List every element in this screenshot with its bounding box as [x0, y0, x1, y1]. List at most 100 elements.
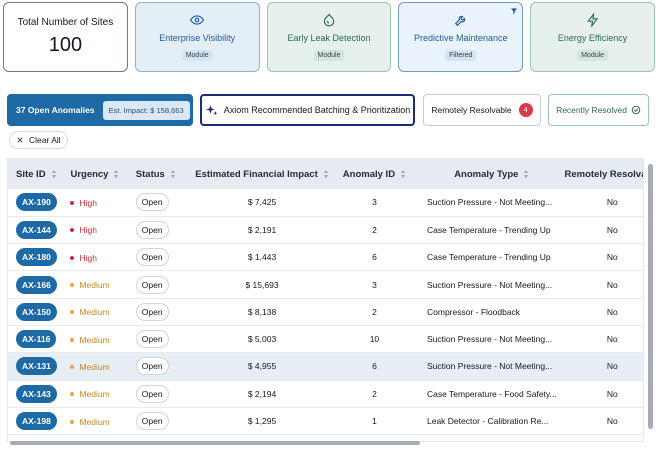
cell-financial-impact: $ 4,955	[192, 352, 332, 381]
cell-financial-impact: $ 2,191	[192, 216, 332, 245]
site-id-link[interactable]: AX-131	[16, 357, 57, 376]
cell-status: Open	[135, 189, 193, 217]
recently-resolved-button[interactable]: Recently Resolved	[548, 94, 649, 126]
cell-anomaly-type: Case Temperature - Trending Up	[417, 216, 557, 245]
cell-status: Open	[135, 216, 193, 245]
cell-anomaly-id: 2	[331, 216, 417, 245]
urgency-indicator: High	[70, 253, 97, 263]
column-header-financial-impact[interactable]: Estimated Financial Impact	[192, 159, 332, 189]
sparkle-icon	[205, 104, 218, 115]
column-header-anomaly-id[interactable]: Anomaly ID	[331, 159, 417, 189]
est-impact-badge: Est. Impact: $ 158,663	[102, 100, 190, 120]
axiom-label: Axiom Recommended Batching & Prioritizat…	[223, 105, 411, 115]
site-id-link[interactable]: AX-150	[16, 302, 57, 321]
column-header-urgency[interactable]: Urgency	[70, 159, 136, 189]
module-card-enterprise-visibility[interactable]: Enterprise Visibility Module	[134, 2, 260, 72]
urgency-dot	[70, 364, 75, 369]
sort-icon	[323, 170, 329, 178]
cell-site-id: AX-116	[8, 325, 71, 354]
site-id-link[interactable]: AX-198	[16, 412, 57, 431]
urgency-indicator: Medium	[70, 362, 110, 372]
table-row[interactable]: AX-131 Medium Open $ 4,955 6 Suction Pressure…	[8, 352, 643, 381]
cell-urgency: High	[70, 216, 136, 245]
table-row[interactable]: AX-150 Medium Open $ 8,138 2 Compressor - Flo…	[8, 298, 643, 326]
cell-remotely-resolvable: No	[556, 298, 643, 326]
vertical-scrollbar[interactable]	[648, 164, 653, 429]
status-badge: Open	[135, 220, 169, 239]
sort-icon	[170, 170, 176, 178]
urgency-indicator: Medium	[70, 335, 110, 345]
horizontal-scrollbar[interactable]	[10, 441, 420, 445]
status-badge: Open	[135, 248, 169, 267]
clear-all-label: Clear All	[29, 135, 61, 145]
cell-status: Open	[135, 270, 193, 299]
column-header-status[interactable]: Status	[135, 159, 193, 189]
urgency-dot	[70, 283, 75, 288]
cell-urgency: High	[70, 189, 136, 217]
column-header-anomaly-type[interactable]: Anomaly Type	[417, 159, 557, 189]
site-id-link[interactable]: AX-144	[16, 220, 57, 239]
check-circle-icon	[631, 105, 641, 115]
urgency-dot	[70, 255, 75, 260]
cell-anomaly-type: Suction Pressure - Not Meeting...	[417, 189, 557, 217]
table-row[interactable]: AX-180 High Open $ 1,443 6 Case Temperature -…	[8, 243, 643, 272]
cell-site-id: AX-198	[8, 407, 71, 436]
module-name: Energy Efficiency	[557, 33, 628, 43]
status-badge: Open	[135, 330, 169, 349]
site-id-link[interactable]: AX-190	[16, 193, 57, 212]
cell-status: Open	[135, 407, 193, 436]
module-badge: Module	[577, 50, 609, 61]
cell-remotely-resolvable: No	[556, 325, 643, 354]
action-bar: 37 Open Anomalies Est. Impact: $ 158,663…	[7, 93, 652, 127]
urgency-dot	[70, 200, 75, 205]
urgency-indicator: High	[70, 198, 97, 208]
cell-site-id: AX-150	[8, 298, 71, 326]
table-row[interactable]: AX-116 Medium Open $ 5,003 10 Suction Pressur…	[8, 325, 643, 354]
recently-resolved-label: Recently Resolved	[556, 105, 627, 115]
open-anomalies-button[interactable]: 37 Open Anomalies Est. Impact: $ 158,663	[7, 94, 193, 126]
table-row[interactable]: AX-144 High Open $ 2,191 2 Case Temperature -…	[8, 216, 643, 245]
site-id-link[interactable]: AX-116	[16, 330, 57, 349]
cell-urgency: Medium	[70, 270, 136, 299]
lightning-icon	[586, 13, 598, 27]
status-badge: Open	[135, 412, 169, 431]
cell-site-id: AX-144	[8, 216, 71, 245]
urgency-dot	[70, 228, 75, 233]
table-row[interactable]: AX-166 Medium Open $ 15,693 3 Suction Pressur…	[8, 270, 643, 299]
anomalies-table: Site ID Urgency Status Estimated Financi…	[7, 158, 644, 442]
module-name: Enterprise Visibility	[159, 33, 236, 43]
column-header-remotely-resolvable[interactable]: Remotely Resolvable	[556, 159, 643, 189]
cell-anomaly-type: Compressor - Floodback	[417, 298, 557, 326]
site-id-link[interactable]: AX-166	[16, 275, 57, 294]
urgency-indicator: Medium	[70, 307, 110, 317]
cell-remotely-resolvable: No	[556, 216, 643, 245]
module-card-early-leak-detection[interactable]: Early Leak Detection Module	[266, 2, 392, 72]
column-header-site-id[interactable]: Site ID	[8, 159, 71, 189]
urgency-indicator: Medium	[70, 389, 110, 399]
cell-financial-impact: $ 5,003	[192, 325, 332, 354]
cell-status: Open	[135, 298, 193, 326]
cell-site-id: AX-180	[8, 243, 71, 272]
table-row[interactable]: AX-190 High Open $ 7,425 3 Suction Pressure -…	[8, 189, 643, 217]
sort-icon	[114, 170, 119, 178]
module-card-energy-efficiency[interactable]: Energy Efficiency Module	[530, 2, 655, 72]
cell-anomaly-type: Case Temperature - Food Safety...	[417, 380, 557, 408]
module-name: Early Leak Detection	[287, 33, 371, 43]
table-row[interactable]: AX-198 Medium Open $ 1,295 1 Leak Detector - …	[8, 407, 643, 436]
module-card-predictive-maintenance[interactable]: Predictive Maintenance Filtered	[398, 2, 524, 72]
filter-icon	[511, 8, 518, 14]
cell-anomaly-id: 2	[331, 380, 417, 408]
axiom-batching-button[interactable]: Axiom Recommended Batching & Prioritizat…	[200, 94, 415, 126]
site-id-link[interactable]: AX-180	[16, 248, 57, 267]
clear-all-button[interactable]: Clear All	[9, 131, 68, 149]
cell-anomaly-id: 6	[331, 243, 417, 272]
site-id-link[interactable]: AX-143	[16, 384, 57, 403]
remotely-resolvable-button[interactable]: Remotely Resolvable 4	[423, 94, 541, 126]
cell-financial-impact: $ 1,443	[192, 243, 332, 272]
cell-remotely-resolvable: No	[556, 189, 643, 217]
close-icon	[17, 137, 23, 143]
table-row[interactable]: AX-143 Medium Open $ 2,194 2 Case Temperature…	[8, 380, 643, 408]
module-badge: Filtered	[445, 50, 477, 61]
cell-urgency: Medium	[70, 352, 136, 381]
urgency-dot	[70, 419, 75, 424]
